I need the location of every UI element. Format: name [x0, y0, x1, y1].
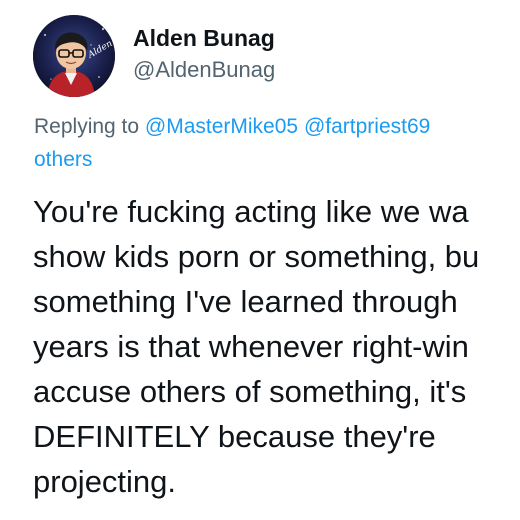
others-link[interactable]: others — [34, 144, 92, 176]
tweet-text-line: years is that whenever right-win — [33, 329, 469, 364]
replying-to-label: Replying to — [34, 115, 140, 138]
avatar[interactable]: Alden — [33, 15, 115, 97]
avatar-illustration: Alden — [33, 15, 115, 97]
tweet-text-line: You're fucking acting like we wa — [33, 194, 469, 229]
tweet-text-line: show kids porn or something, bu — [33, 239, 480, 274]
author-display-name[interactable]: Alden Bunag — [133, 24, 275, 52]
mention-link-mastermike05[interactable]: @MasterMike05 — [145, 115, 298, 138]
reply-context: Replying to @MasterMike05 @fartpriest69 — [34, 111, 520, 143]
tweet-text: You're fucking acting like we wa show ki… — [33, 189, 479, 504]
mention-link-fartpriest69[interactable]: @fartpriest69 — [304, 115, 430, 138]
tweet-card: Alden Alden Bunag @AldenBunag Replying t… — [0, 0, 520, 520]
author-handle[interactable]: @AldenBunag — [133, 56, 275, 84]
author-block: Alden Bunag @AldenBunag — [133, 24, 275, 84]
tweet-text-line: accuse others of something, it's — [33, 374, 467, 409]
tweet-text-line: DEFINITELY because they're — [33, 419, 436, 454]
tweet-text-line: something I've learned through — [33, 284, 458, 319]
tweet-text-line: projecting. — [33, 464, 177, 499]
